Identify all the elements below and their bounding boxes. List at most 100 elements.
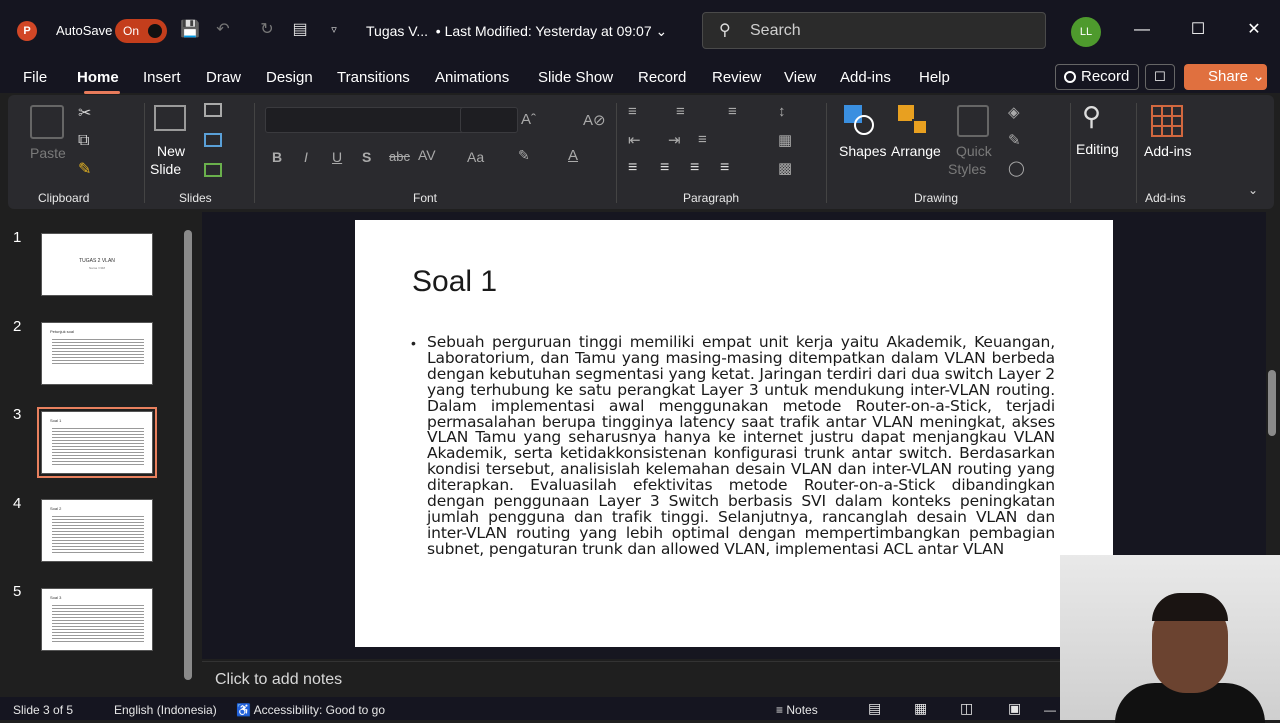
tab-animations[interactable]: Animations [435,69,509,86]
add-ins-label[interactable]: Add-ins [1144,143,1191,159]
maximize-icon[interactable]: ☐ [1186,18,1210,42]
undo-icon[interactable]: ↶ [212,19,234,41]
slide-thumbnail-4[interactable]: Soal 2 [41,499,153,562]
shape-fill-icon[interactable]: ◈ [1008,103,1020,121]
record-button[interactable]: Record [1055,64,1139,90]
language-indicator[interactable]: English (Indonesia) [114,703,217,717]
paste-label[interactable]: Paste [30,145,66,161]
align-left-icon[interactable]: ≡ [628,159,637,177]
normal-view-icon[interactable]: ▤ [868,700,881,717]
section-icon[interactable] [204,163,222,177]
present-icon[interactable]: ▤ [289,19,311,41]
add-ins-icon[interactable] [1151,105,1183,137]
editing-label[interactable]: Editing [1076,141,1119,157]
minimize-icon[interactable]: — [1130,18,1154,42]
align-right-icon[interactable]: ≡ [690,159,699,177]
arrange-icon[interactable] [898,105,930,137]
line-spacing-icon[interactable]: ≡ [728,103,737,120]
quick-styles-label[interactable]: Quick [956,143,992,159]
shapes-icon[interactable] [844,105,876,137]
font-color-icon[interactable]: A [568,147,578,164]
slide-sorter-icon[interactable]: ▦ [914,700,927,717]
slide-canvas[interactable]: Soal 1 • Sebuah perguruan tinggi memilik… [355,220,1113,647]
accessibility-status[interactable]: ♿ Accessibility: Good to go [236,703,385,717]
search-box[interactable]: ⚲ Search [702,12,1046,49]
increase-indent-icon[interactable]: ⇥ [668,131,681,149]
columns-icon[interactable]: ≡ [698,131,707,148]
tab-transitions[interactable]: Transitions [337,69,410,86]
italic-icon[interactable]: I [304,149,308,165]
reset-icon[interactable] [204,133,222,147]
increase-font-icon[interactable]: Aˆ [521,111,536,128]
new-slide-label[interactable]: New [157,143,185,159]
zoom-out-icon[interactable]: — [1044,703,1056,717]
smartart-icon[interactable]: ▩ [778,159,792,177]
comments-button[interactable]: ☐ [1145,64,1175,90]
slideshow-view-icon[interactable]: ▣ [1008,700,1021,717]
align-center-icon[interactable]: ≡ [660,159,669,177]
customize-toolbar-icon[interactable]: ▿ [323,19,345,41]
cut-icon[interactable]: ✂ [78,103,91,123]
collapse-ribbon-icon[interactable]: ⌄ [1248,183,1258,197]
slide-thumbnail-5[interactable]: Soal 3 [41,588,153,651]
char-spacing-icon[interactable]: AV [418,147,436,163]
redo-icon[interactable]: ↻ [256,19,278,41]
copy-icon[interactable]: ⧉ [78,132,89,150]
close-icon[interactable]: ✕ [1242,18,1266,42]
strikethrough-icon[interactable]: abc [389,149,410,164]
quick-styles-label-2[interactable]: Styles [948,161,986,177]
autosave-toggle[interactable]: On [115,19,167,43]
font-size-select[interactable] [460,107,518,133]
numbering-icon[interactable]: ≡ [676,103,685,120]
justify-icon[interactable]: ≡ [720,159,729,177]
save-icon[interactable]: 💾 [179,19,201,41]
slide-thumbnail-3[interactable]: Soal 1 [37,407,157,478]
tab-draw[interactable]: Draw [206,69,241,86]
paste-icon[interactable] [30,105,64,139]
decrease-indent-icon[interactable]: ⇤ [628,131,641,149]
scrollbar-thumb[interactable] [184,230,192,680]
slide-title[interactable]: Soal 1 [412,265,497,299]
bullets-icon[interactable]: ≡ [628,103,637,120]
shape-effects-icon[interactable]: ◯ [1008,159,1025,177]
bold-icon[interactable]: B [272,149,282,165]
underline-icon[interactable]: U [332,149,342,165]
tab-help[interactable]: Help [919,69,950,86]
tab-design[interactable]: Design [266,69,313,86]
font-family-select[interactable] [265,107,465,133]
tab-add-ins[interactable]: Add-ins [840,69,891,86]
align-text-icon[interactable]: ▦ [778,131,792,149]
tab-view[interactable]: View [784,69,816,86]
tab-review[interactable]: Review [712,69,761,86]
divider [826,103,827,203]
quick-styles-icon[interactable] [957,105,989,137]
document-title[interactable]: Tugas V... • Last Modified: Yesterday at… [366,23,667,40]
tab-home[interactable]: Home [77,69,119,86]
avatar[interactable]: LL [1071,17,1101,47]
share-button[interactable]: Share ⌄ [1184,64,1267,90]
format-painter-icon[interactable]: ✎ [78,159,91,179]
slide-thumbnail-2[interactable]: Petunjuk soal [41,322,153,385]
clear-format-icon[interactable]: A⊘ [583,111,606,129]
shape-outline-icon[interactable]: ✎ [1008,131,1021,149]
new-slide-icon[interactable] [154,105,186,131]
tab-insert[interactable]: Insert [143,69,181,86]
arrange-label[interactable]: Arrange [891,143,941,159]
reading-view-icon[interactable]: ◫ [960,700,973,717]
thumbnail-scrollbar[interactable] [184,230,192,680]
find-icon[interactable]: ⚲ [1082,101,1101,132]
scrollbar-thumb[interactable] [1268,370,1276,436]
tab-record[interactable]: Record [638,69,686,86]
slide-thumbnail-1[interactable]: TUGAS 2 VLAN Nama / NIM [41,233,153,296]
text-direction-icon[interactable]: ↕ [778,103,786,120]
shapes-label[interactable]: Shapes [839,143,886,159]
tab-file[interactable]: File [23,69,47,86]
layout-icon[interactable] [204,103,222,117]
notes-toggle[interactable]: ≡ Notes [776,703,818,717]
change-case-icon[interactable]: Aa [467,149,484,165]
shadow-icon[interactable]: S [362,149,371,165]
highlight-icon[interactable]: ✎ [518,147,530,164]
tab-slide-show[interactable]: Slide Show [538,69,613,86]
new-slide-label-2[interactable]: Slide [150,161,181,177]
slide-body-text[interactable]: Sebuah perguruan tinggi memiliki empat u… [427,334,1055,558]
